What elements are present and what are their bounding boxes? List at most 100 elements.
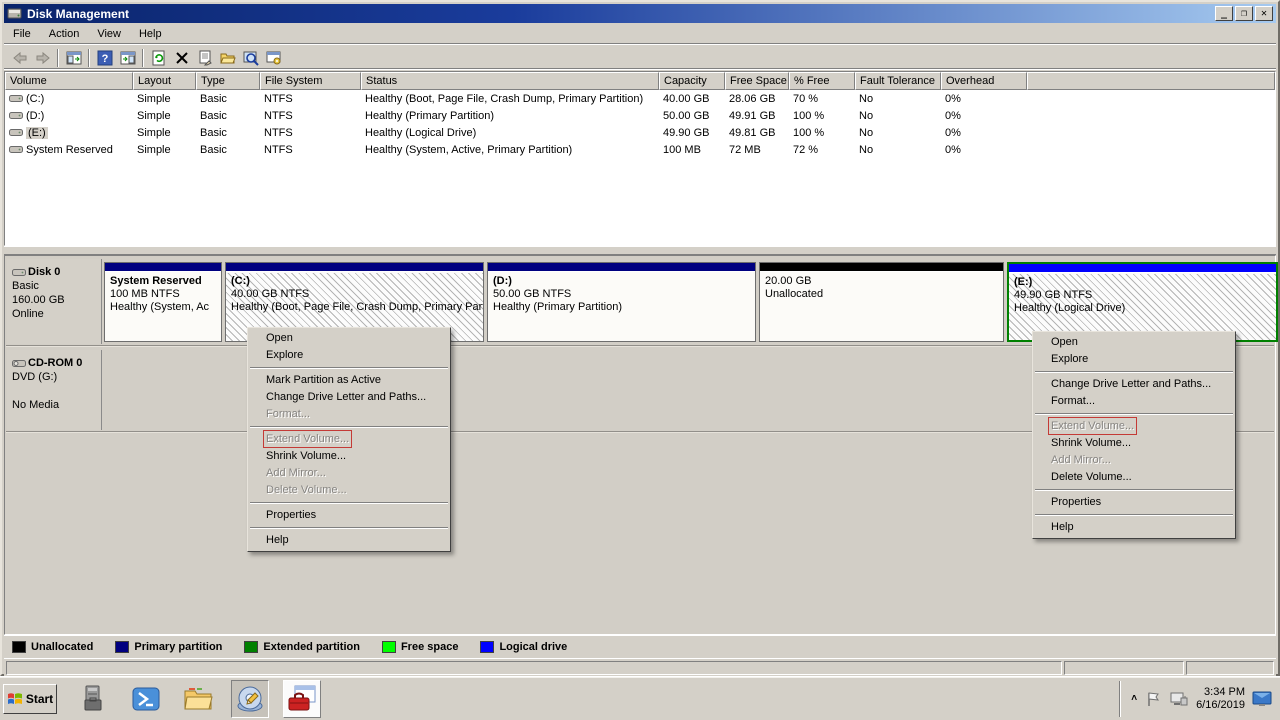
col-free-space[interactable]: Free Space: [725, 72, 789, 90]
col-type[interactable]: Type: [196, 72, 260, 90]
volume-row-d[interactable]: (D:) Simple Basic NTFS Healthy (Primary …: [5, 107, 1275, 124]
menu-file[interactable]: File: [4, 25, 40, 43]
col-volume[interactable]: Volume: [5, 72, 133, 90]
show-desktop-icon[interactable]: [1252, 690, 1274, 708]
volume-list-header: Volume Layout Type File System Status Ca…: [5, 72, 1275, 90]
legend-primary-partition: Primary partition: [115, 641, 222, 653]
menu-item-properties[interactable]: Properties: [1033, 494, 1235, 511]
legend-free-space: Free space: [382, 641, 458, 653]
delete-icon[interactable]: [170, 47, 193, 68]
menu-item-change-drive-letter[interactable]: Change Drive Letter and Paths...: [248, 389, 450, 406]
console-tree-icon[interactable]: [62, 47, 85, 68]
powershell-icon[interactable]: [127, 680, 165, 718]
title-bar[interactable]: Disk Management _ ❐ ✕: [4, 4, 1276, 23]
free-space-swatch: [382, 641, 396, 653]
action-pane-icon[interactable]: [116, 47, 139, 68]
menu-bar: File Action View Help: [4, 23, 1276, 45]
menu-item-explore[interactable]: Explore: [248, 347, 450, 364]
logical-drive-swatch: [480, 641, 494, 653]
clock[interactable]: 3:34 PM 6/16/2019: [1196, 686, 1245, 712]
primary-partition-swatch: [115, 641, 129, 653]
col-fault-tolerance[interactable]: Fault Tolerance: [855, 72, 941, 90]
menu-action[interactable]: Action: [40, 25, 89, 43]
menu-item-help[interactable]: Help: [248, 532, 450, 549]
partition-d[interactable]: (D:) 50.00 GB NTFS Healthy (Primary Part…: [487, 262, 756, 342]
volume-row-e-selected[interactable]: (E:) Simple Basic NTFS Healthy (Logical …: [5, 124, 1275, 141]
menu-item-open[interactable]: Open: [248, 330, 450, 347]
unallocated-swatch: [12, 641, 26, 653]
context-menu-e: Open Explore Change Drive Letter and Pat…: [1032, 331, 1236, 539]
menu-item-open[interactable]: Open: [1033, 334, 1235, 351]
start-button[interactable]: Start: [3, 684, 57, 714]
unallocated-stripe: [760, 263, 1003, 272]
menu-item-properties[interactable]: Properties: [248, 507, 450, 524]
menu-item-mark-partition-active[interactable]: Mark Partition as Active: [248, 372, 450, 389]
legend-logical-drive: Logical drive: [480, 641, 567, 653]
menu-item-help[interactable]: Help: [1033, 519, 1235, 536]
toolbar-separator: [88, 49, 90, 67]
primary-partition-stripe: [226, 263, 483, 272]
col-pct-free[interactable]: % Free: [789, 72, 855, 90]
menu-item-extend-volume[interactable]: Extend Volume...: [248, 431, 450, 448]
context-menu-c: Open Explore Mark Partition as Active Ch…: [247, 327, 451, 552]
col-status[interactable]: Status: [361, 72, 659, 90]
col-file-system[interactable]: File System: [260, 72, 361, 90]
volume-row-c[interactable]: (C:) Simple Basic NTFS Healthy (Boot, Pa…: [5, 90, 1275, 107]
menu-item-add-mirror[interactable]: Add Mirror...: [248, 465, 450, 482]
menu-item-shrink-volume[interactable]: Shrink Volume...: [248, 448, 450, 465]
forward-icon[interactable]: [31, 47, 54, 68]
disk0-status: Online: [12, 307, 98, 321]
menu-item-explore[interactable]: Explore: [1033, 351, 1235, 368]
menu-item-change-drive-letter[interactable]: Change Drive Letter and Paths...: [1033, 376, 1235, 393]
legend-bar: Unallocated Primary partition Extended p…: [4, 635, 1276, 658]
annotation-red-box: Extend Volume...: [266, 433, 349, 445]
menu-item-format[interactable]: Format...: [248, 406, 450, 423]
network-icon[interactable]: [1169, 690, 1189, 708]
annotation-red-box: Extend Volume...: [1051, 420, 1134, 432]
volume-row-system-reserved[interactable]: System Reserved Simple Basic NTFS Health…: [5, 141, 1275, 158]
search-icon[interactable]: [239, 47, 262, 68]
help-icon[interactable]: ?: [93, 47, 116, 68]
partition-system-reserved[interactable]: System Reserved 100 MB NTFS Healthy (Sys…: [104, 262, 222, 342]
menu-item-delete-volume[interactable]: Delete Volume...: [248, 482, 450, 499]
pane-splitter[interactable]: [4, 246, 1276, 255]
partition-e-selected[interactable]: (E:) 49.90 GB NTFS Healthy (Logical Driv…: [1007, 262, 1278, 342]
back-icon[interactable]: [8, 47, 31, 68]
disk0-info-panel[interactable]: Disk 0 Basic 160.00 GB Online: [7, 259, 102, 344]
window-title: Disk Management: [27, 7, 1215, 21]
close-button[interactable]: ✕: [1255, 6, 1273, 21]
legend-unallocated: Unallocated: [12, 641, 93, 653]
refresh-icon[interactable]: [147, 47, 170, 68]
menu-item-extend-volume[interactable]: Extend Volume...: [1033, 418, 1235, 435]
col-overhead[interactable]: Overhead: [941, 72, 1027, 90]
open-folder-icon[interactable]: [216, 47, 239, 68]
server-manager-icon[interactable]: [75, 680, 113, 718]
drive-icon: [9, 127, 23, 138]
menu-help[interactable]: Help: [130, 25, 171, 43]
menu-item-delete-volume[interactable]: Delete Volume...: [1033, 469, 1235, 486]
system-tray: ˄ 3:34 PM 6/16/2019: [1120, 681, 1280, 717]
legend-extended-partition: Extended partition: [244, 641, 360, 653]
unallocated-space[interactable]: 20.00 GB Unallocated: [759, 262, 1004, 342]
menu-view[interactable]: View: [88, 25, 130, 43]
primary-partition-stripe: [105, 263, 221, 272]
col-capacity[interactable]: Capacity: [659, 72, 725, 90]
primary-partition-stripe: [488, 263, 755, 272]
menu-item-shrink-volume[interactable]: Shrink Volume...: [1033, 435, 1235, 452]
chevron-up-icon[interactable]: ˄: [1131, 693, 1137, 704]
disk-management-taskbar-icon[interactable]: [231, 680, 269, 718]
restore-button[interactable]: ❐: [1235, 6, 1253, 21]
disk-management-active-window-icon[interactable]: [283, 680, 321, 718]
action-center-flag-icon[interactable]: [1144, 690, 1162, 708]
volume-list: Volume Layout Type File System Status Ca…: [4, 71, 1276, 246]
manage-computer-icon[interactable]: [262, 47, 285, 68]
properties-icon[interactable]: [193, 47, 216, 68]
file-explorer-icon[interactable]: [179, 680, 217, 718]
menu-item-add-mirror[interactable]: Add Mirror...: [1033, 452, 1235, 469]
col-layout[interactable]: Layout: [133, 72, 196, 90]
minimize-button[interactable]: _: [1215, 6, 1233, 21]
clock-date: 6/16/2019: [1196, 699, 1245, 712]
cdrom-info-panel[interactable]: CD-ROM 0 DVD (G:) No Media: [7, 350, 102, 430]
menu-item-format[interactable]: Format...: [1033, 393, 1235, 410]
col-filler: [1027, 72, 1275, 90]
